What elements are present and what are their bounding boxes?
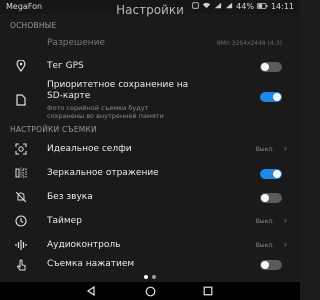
touch-capture-toggle[interactable] bbox=[260, 260, 282, 270]
section-header-shooting: НАСТРОЙКИ СЪЕМКИ bbox=[10, 125, 97, 134]
chevron-right-icon: › bbox=[283, 240, 287, 249]
setting-audio-control[interactable]: Аудиоконтроль Выкл. › bbox=[0, 234, 300, 256]
setting-selfie-value: Выкл. bbox=[255, 146, 274, 153]
setting-sd-label-line1: Приоритетное сохранение на bbox=[47, 80, 189, 90]
camera-settings-screen: MegaFon 44% 14:11 Настройки ОСНОВНЫЕ Раз… bbox=[0, 0, 300, 300]
setting-resolution-value: 8Мп 3264x2448 (4:3) bbox=[216, 40, 282, 47]
setting-resolution-label: Разрешение bbox=[47, 38, 106, 48]
chevron-right-icon: › bbox=[283, 216, 287, 225]
recents-square-icon[interactable] bbox=[201, 285, 215, 297]
back-triangle-icon[interactable] bbox=[84, 285, 98, 297]
setting-silent[interactable]: Без звука bbox=[0, 186, 300, 208]
tap-hand-icon bbox=[14, 258, 28, 272]
setting-resolution[interactable]: Разрешение 8Мп 3264x2448 (4:3) bbox=[0, 33, 300, 53]
location-pin-icon bbox=[14, 59, 28, 73]
setting-touch-label: Съемка нажатием bbox=[47, 259, 135, 269]
setting-sd-priority[interactable]: Приоритетное сохранение на SD-карте Фото… bbox=[0, 80, 300, 120]
chevron-right-icon: › bbox=[283, 144, 287, 153]
mirror-toggle[interactable] bbox=[260, 169, 282, 179]
setting-silent-label: Без звука bbox=[47, 192, 93, 202]
page-indicator bbox=[0, 275, 300, 279]
setting-timer-label: Таймер bbox=[47, 216, 82, 226]
mute-bell-icon bbox=[14, 190, 28, 204]
setting-timer[interactable]: Таймер Выкл. › bbox=[0, 210, 300, 232]
setting-sd-label-line2: SD-карте bbox=[47, 91, 91, 101]
sd-card-icon bbox=[14, 93, 28, 107]
navigation-bar bbox=[0, 282, 300, 300]
setting-audio-value: Выкл. bbox=[255, 242, 274, 249]
setting-audio-label: Аудиоконтроль bbox=[47, 240, 121, 250]
section-header-basic: ОСНОВНЫЕ bbox=[10, 21, 57, 30]
page-dot bbox=[152, 275, 156, 279]
timer-clock-icon bbox=[14, 214, 28, 228]
setting-gps-label: Тег GPS bbox=[47, 61, 84, 71]
page-dot-active bbox=[144, 275, 148, 279]
setting-sd-sub-line2: сохранены во внутренней памяти bbox=[47, 112, 164, 120]
setting-mirror[interactable]: Зеркальное отражение bbox=[0, 162, 300, 184]
audio-waveform-icon bbox=[14, 238, 28, 252]
page-title: Настройки bbox=[116, 3, 184, 17]
gps-toggle[interactable] bbox=[260, 62, 282, 72]
setting-gps[interactable]: Тег GPS bbox=[0, 56, 300, 76]
setting-selfie-label: Идеальное селфи bbox=[47, 144, 132, 154]
setting-touch-capture[interactable]: Съемка нажатием bbox=[0, 256, 300, 274]
mirror-icon bbox=[14, 166, 28, 180]
silent-toggle[interactable] bbox=[260, 193, 282, 203]
setting-perfect-selfie[interactable]: Идеальное селфи Выкл. › bbox=[0, 138, 300, 160]
setting-timer-value: Выкл. bbox=[255, 218, 274, 225]
setting-mirror-label: Зеркальное отражение bbox=[47, 168, 159, 178]
selfie-face-icon bbox=[14, 142, 28, 156]
sd-priority-toggle[interactable] bbox=[260, 92, 282, 102]
home-circle-icon[interactable] bbox=[143, 285, 157, 297]
